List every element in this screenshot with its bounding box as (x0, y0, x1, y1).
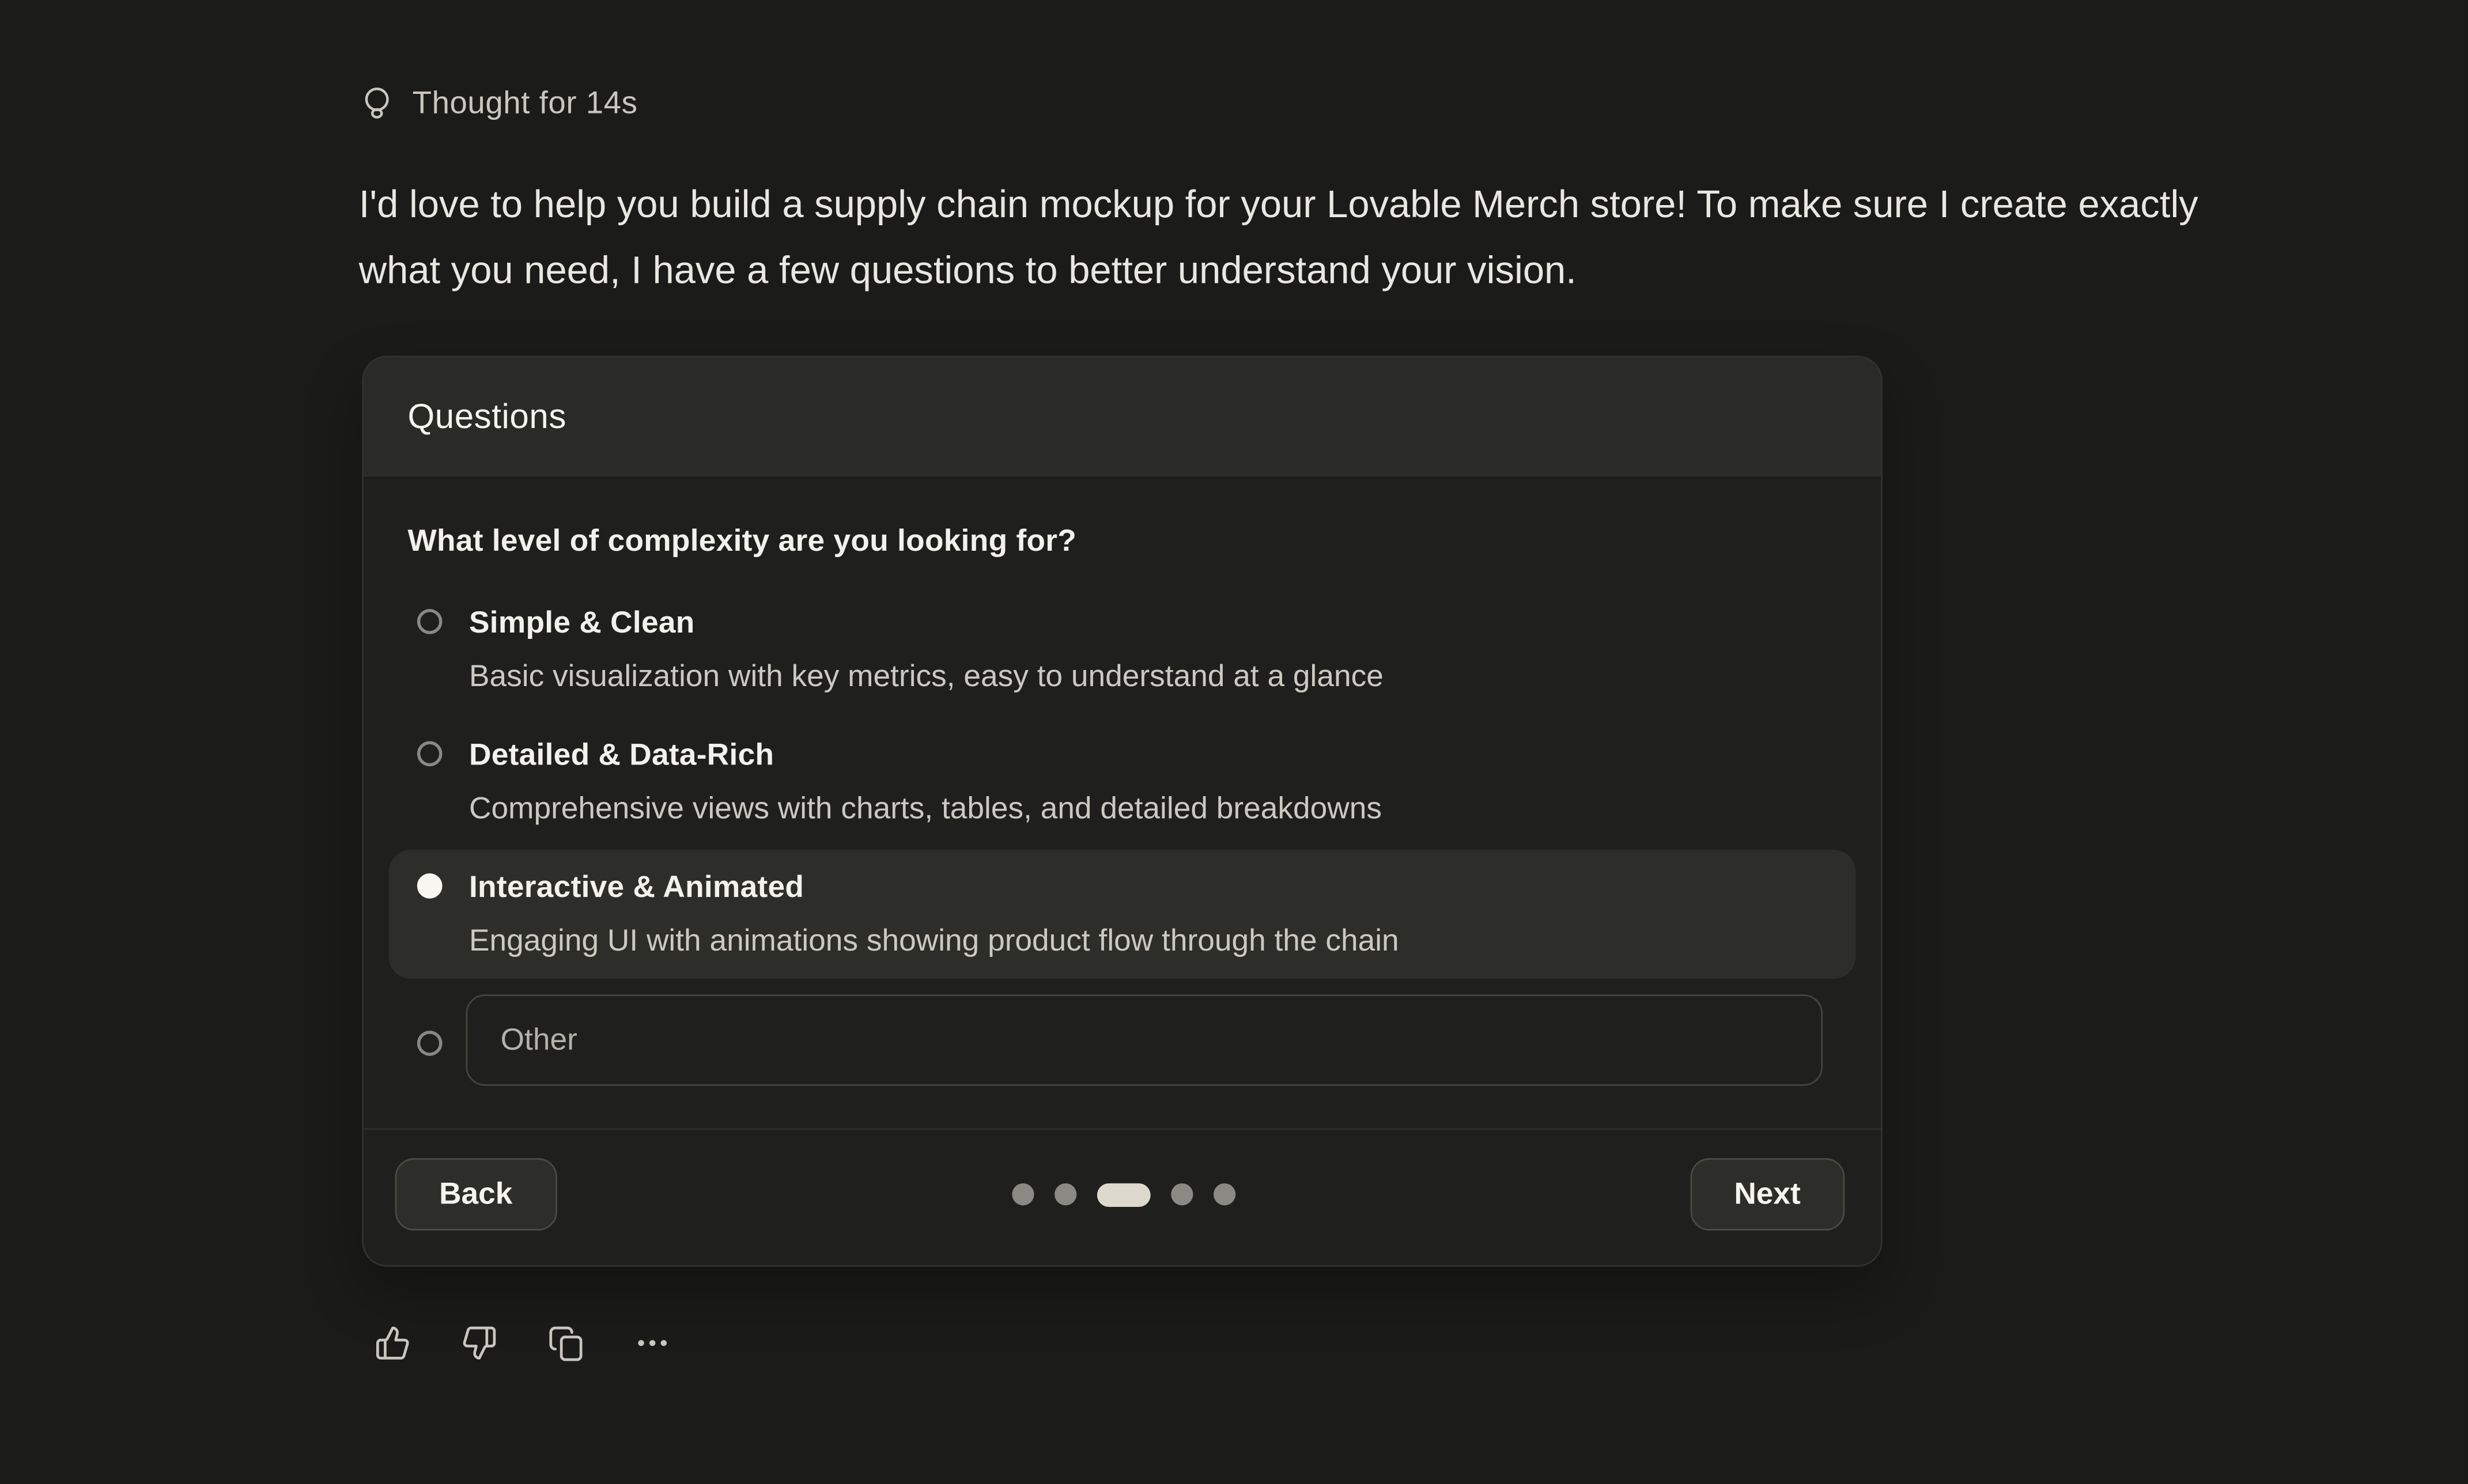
other-option-input[interactable] (466, 994, 1823, 1085)
pagination-dot (1011, 1183, 1033, 1205)
questions-card-body: What level of complexity are you looking… (364, 478, 1881, 1085)
option-label: Interactive & Animated (469, 869, 1399, 907)
thumbs-down-button[interactable] (460, 1323, 498, 1361)
option-label: Simple & Clean (469, 604, 1384, 642)
radio-icon[interactable] (417, 609, 443, 634)
next-button[interactable]: Next (1690, 1158, 1845, 1231)
radio-icon[interactable] (417, 741, 443, 767)
option-description: Comprehensive views with charts, tables,… (469, 790, 1382, 828)
chat-message-view: Thought for 14s I'd love to help you bui… (0, 0, 2468, 1484)
card-title: Questions (407, 396, 566, 437)
questions-card-footer: Back Next (364, 1130, 1881, 1231)
pagination-dot-active (1097, 1183, 1150, 1206)
thought-summary[interactable]: Thought for 14s (361, 85, 638, 124)
option-interactive-animated[interactable]: Interactive & Animated Engaging UI with … (389, 850, 1856, 979)
questions-card: Questions What level of complexity are y… (362, 355, 1883, 1267)
questions-card-header: Questions (364, 357, 1881, 478)
pagination-dot (1213, 1183, 1235, 1205)
copy-icon (547, 1324, 583, 1361)
option-description: Engaging UI with animations showing prod… (469, 922, 1399, 960)
option-description: Basic visualization with key metrics, ea… (469, 658, 1384, 696)
pagination-dot (1054, 1183, 1076, 1205)
question-text: What level of complexity are you looking… (407, 524, 1855, 561)
option-detailed-data-rich[interactable]: Detailed & Data-Rich Comprehensive views… (389, 718, 1856, 847)
lightbulb-icon (361, 85, 394, 124)
message-actions (373, 1323, 670, 1361)
thumbs-down-icon (460, 1324, 497, 1361)
copy-button[interactable] (546, 1323, 584, 1361)
assistant-message-text: I'd love to help you build a supply chai… (359, 173, 2224, 305)
more-options-button[interactable] (633, 1323, 671, 1361)
ellipsis-icon (633, 1324, 670, 1361)
thumbs-up-button[interactable] (373, 1323, 411, 1361)
radio-icon[interactable] (417, 1030, 443, 1055)
option-other[interactable] (389, 982, 1856, 1085)
pagination-dot (1170, 1183, 1192, 1205)
thought-label: Thought for 14s (413, 86, 638, 123)
pagination-dots (1011, 1183, 1235, 1206)
option-label: Detailed & Data-Rich (469, 736, 1382, 774)
thumbs-up-icon (374, 1324, 410, 1361)
radio-icon[interactable] (417, 873, 443, 899)
option-simple-clean[interactable]: Simple & Clean Basic visualization with … (389, 585, 1856, 714)
back-button[interactable]: Back (395, 1158, 557, 1231)
